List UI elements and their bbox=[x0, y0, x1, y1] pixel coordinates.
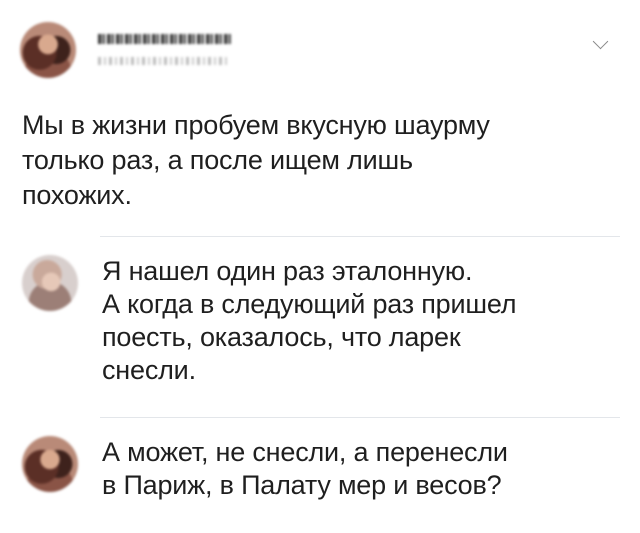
reply-text-line: снесли. bbox=[102, 355, 196, 385]
tweet-text-line: похожих. bbox=[22, 180, 132, 210]
reply-avatar[interactable] bbox=[22, 436, 78, 492]
tweet-header bbox=[20, 22, 620, 82]
reply-text-line: поесть, оказалось, что ларек bbox=[102, 322, 461, 352]
divider bbox=[100, 236, 620, 237]
tweet-text: Мы в жизни пробуем вкусную шаурму только… bbox=[22, 108, 612, 213]
author-name-blurred[interactable] bbox=[98, 34, 233, 44]
author-handle-blurred bbox=[98, 57, 228, 65]
reply-text-line: А может, не снесли, а перенесли bbox=[102, 437, 508, 467]
tweet-text-line: Мы в жизни пробуем вкусную шаурму bbox=[22, 110, 490, 140]
tweet-text-line: только раз, а после ищем лишь bbox=[22, 145, 413, 175]
divider bbox=[100, 417, 620, 418]
reply-text-line: в Париж, в Палату мер и весов? bbox=[102, 470, 502, 500]
reply-text: Я нашел один раз эталонную. А когда в сл… bbox=[102, 255, 612, 387]
reply-avatar[interactable] bbox=[22, 255, 78, 311]
reply-text-line: А когда в следующий раз пришел bbox=[102, 289, 517, 319]
reply-text: А может, не снесли, а перенесли в Париж,… bbox=[102, 436, 612, 502]
author-avatar[interactable] bbox=[20, 22, 76, 78]
reply-text-line: Я нашел один раз эталонную. bbox=[102, 256, 473, 286]
chevron-down-icon[interactable] bbox=[592, 33, 609, 50]
